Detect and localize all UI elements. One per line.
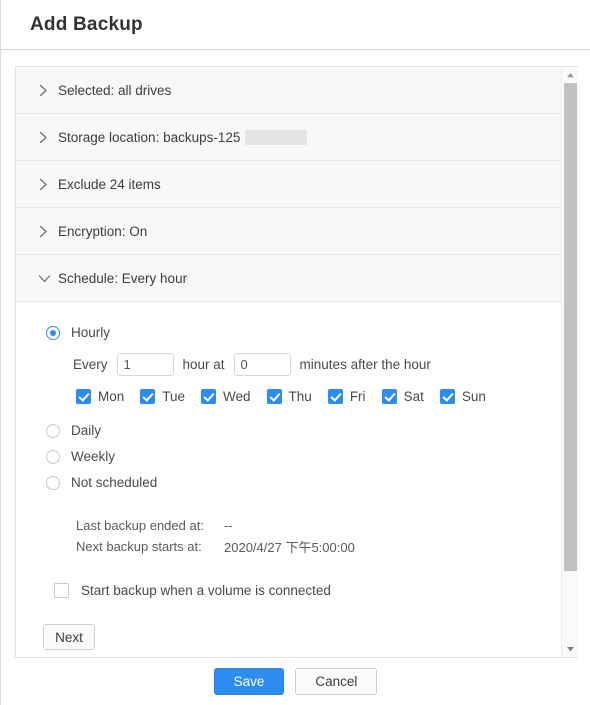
accordion-label-selected: Selected: all drives bbox=[58, 82, 172, 98]
radio-label-daily: Daily bbox=[71, 423, 102, 438]
minutes-suffix-label: minutes after the hour bbox=[299, 357, 431, 372]
settings-scroll-region[interactable]: Selected: all drives Storage location: b… bbox=[15, 66, 578, 658]
next-backup-label: Next backup starts at: bbox=[76, 539, 202, 554]
chevron-right-icon bbox=[38, 178, 58, 191]
accordion-row-selected[interactable]: Selected: all drives bbox=[16, 67, 561, 114]
radio-option-not-scheduled[interactable]: Not scheduled bbox=[16, 470, 561, 495]
checkbox-wed-label: Wed bbox=[223, 389, 251, 404]
checkbox-tue[interactable]: Tue bbox=[140, 389, 185, 404]
checkbox-fri-label: Fri bbox=[349, 389, 366, 404]
checkbox-sun-label: Sun bbox=[461, 389, 486, 404]
triangle-down-icon[interactable] bbox=[562, 641, 578, 657]
hourly-interval-row: Every hour at minutes after the hour bbox=[16, 353, 561, 376]
chevron-right-icon bbox=[38, 131, 58, 144]
checkbox-thu-box[interactable] bbox=[266, 389, 282, 404]
dialog-footer: Save Cancel bbox=[1, 658, 590, 705]
backup-info-block: Last backup ended at: -- Next backup sta… bbox=[16, 515, 561, 557]
checkbox-sun-box[interactable] bbox=[439, 389, 455, 404]
chevron-right-icon bbox=[38, 84, 58, 97]
cancel-button[interactable]: Cancel bbox=[295, 668, 378, 695]
triangle-up-icon[interactable] bbox=[562, 67, 578, 83]
checkbox-mon[interactable]: Mon bbox=[76, 389, 124, 404]
accordion-label-schedule: Schedule: Every hour bbox=[58, 270, 188, 286]
chevron-down-icon bbox=[38, 273, 58, 284]
weekday-checkbox-group: Mon Tue Wed Thu Fri Sat Sun bbox=[16, 389, 561, 404]
hours-input[interactable] bbox=[116, 353, 174, 376]
redacted-block bbox=[245, 129, 308, 145]
dialog-title-bar: Add Backup bbox=[1, 0, 590, 50]
hour-at-label: hour at bbox=[182, 357, 225, 372]
last-backup-row: Last backup ended at: -- bbox=[76, 515, 561, 536]
vertical-scrollbar[interactable] bbox=[561, 67, 578, 657]
checkbox-sun[interactable]: Sun bbox=[439, 389, 486, 404]
last-backup-value: -- bbox=[224, 518, 233, 533]
checkbox-wed-box[interactable] bbox=[201, 389, 217, 404]
save-button[interactable]: Save bbox=[213, 668, 285, 695]
accordion-label-encryption: Encryption: On bbox=[58, 223, 148, 239]
accordion-row-encryption[interactable]: Encryption: On bbox=[16, 208, 561, 255]
checkbox-start-on-volume-connect[interactable]: Start backup when a volume is connected bbox=[16, 583, 561, 598]
radio-label-weekly: Weekly bbox=[71, 449, 116, 464]
checkbox-sat-label: Sat bbox=[403, 389, 424, 404]
storage-location-text: Storage location: backups-125 bbox=[58, 129, 241, 145]
checkbox-tue-box[interactable] bbox=[140, 389, 156, 404]
radio-weekly-icon[interactable] bbox=[46, 449, 60, 464]
accordion-label-storage-location: Storage location: backups-125 bbox=[58, 129, 308, 145]
scrollbar-thumb[interactable] bbox=[564, 83, 577, 571]
minutes-input[interactable] bbox=[233, 353, 291, 376]
last-backup-label: Last backup ended at: bbox=[76, 518, 204, 533]
checkbox-thu-label: Thu bbox=[288, 389, 312, 404]
checkbox-sat[interactable]: Sat bbox=[381, 389, 424, 404]
checkbox-wed[interactable]: Wed bbox=[201, 389, 251, 404]
schedule-panel: Hourly Every hour at minutes after the h… bbox=[16, 302, 561, 657]
radio-option-daily[interactable]: Daily bbox=[16, 418, 561, 443]
next-backup-row: Next backup starts at: 2020/4/27 下午5:00:… bbox=[76, 536, 561, 557]
accordion-label-exclude: Exclude 24 items bbox=[58, 176, 161, 192]
checkbox-sat-box[interactable] bbox=[381, 389, 397, 404]
checkbox-mon-label: Mon bbox=[98, 389, 125, 404]
next-button[interactable]: Next bbox=[43, 624, 95, 650]
radio-daily-icon[interactable] bbox=[46, 423, 60, 438]
accordion-row-exclude[interactable]: Exclude 24 items bbox=[16, 161, 561, 208]
next-button-wrapper: Next bbox=[16, 624, 561, 650]
checkbox-thu[interactable]: Thu bbox=[266, 389, 312, 404]
chevron-right-icon bbox=[38, 225, 58, 238]
accordion-list: Selected: all drives Storage location: b… bbox=[16, 67, 561, 657]
checkbox-mon-box[interactable] bbox=[76, 389, 91, 404]
radio-not-scheduled-icon[interactable] bbox=[46, 475, 60, 490]
checkbox-start-on-volume-connect-box[interactable] bbox=[54, 583, 69, 598]
accordion-row-schedule[interactable]: Schedule: Every hour bbox=[16, 255, 561, 302]
checkbox-start-on-volume-connect-label: Start backup when a volume is connected bbox=[81, 583, 331, 598]
radio-label-not-scheduled: Not scheduled bbox=[71, 475, 158, 490]
next-backup-value: 2020/4/27 下午5:00:00 bbox=[224, 540, 355, 555]
accordion-row-storage-location[interactable]: Storage location: backups-125 bbox=[16, 114, 561, 161]
checkbox-fri[interactable]: Fri bbox=[327, 389, 366, 404]
radio-label-hourly: Hourly bbox=[71, 325, 111, 340]
page-title: Add Backup bbox=[30, 13, 143, 35]
radio-hourly-icon[interactable] bbox=[46, 325, 60, 340]
add-backup-dialog: Add Backup Selected: all drives Storage … bbox=[0, 0, 590, 705]
radio-option-hourly[interactable]: Hourly bbox=[16, 320, 561, 345]
radio-option-weekly[interactable]: Weekly bbox=[16, 444, 561, 469]
checkbox-tue-label: Tue bbox=[162, 389, 186, 404]
checkbox-fri-box[interactable] bbox=[327, 389, 343, 404]
every-label: Every bbox=[73, 357, 108, 372]
